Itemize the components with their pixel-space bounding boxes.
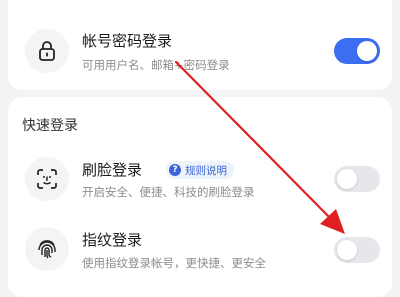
face-login-toggle[interactable]	[334, 166, 380, 192]
account-login-title: 帐号密码登录	[82, 32, 173, 50]
fingerprint-login-toggle[interactable]	[334, 237, 380, 263]
account-login-description: 可用用户名、邮箱+密码登录	[82, 58, 230, 72]
rules-info-badge[interactable]: ? 规则说明	[166, 161, 234, 179]
fingerprint-login-description: 使用指纹登录帐号，更快捷、更安全	[82, 256, 266, 270]
fingerprint-login-row[interactable]: 指纹登录 使用指纹登录帐号，更快捷、更安全	[8, 217, 392, 279]
face-scan-icon	[25, 157, 69, 201]
fingerprint-icon	[25, 227, 69, 271]
toggle-knob	[357, 41, 377, 61]
account-login-card: 帐号密码登录 可用用户名、邮箱+密码登录	[8, 0, 392, 90]
question-icon: ?	[169, 164, 181, 176]
account-login-row[interactable]: 帐号密码登录 可用用户名、邮箱+密码登录	[8, 20, 392, 82]
face-login-row[interactable]: 刷脸登录 开启安全、便捷、科技的刷脸登录	[8, 149, 392, 211]
fingerprint-login-title: 指纹登录	[82, 231, 143, 249]
toggle-knob	[337, 240, 357, 260]
account-login-toggle[interactable]	[334, 38, 380, 64]
face-login-description: 开启安全、便捷、科技的刷脸登录	[82, 185, 255, 199]
quick-login-card: 快速登录 刷脸登录 开启安全、便捷、科技的刷脸登录 ? 规则说明 指纹登录 使用…	[8, 97, 392, 297]
lock-icon	[25, 29, 69, 73]
rules-info-label: 规则说明	[185, 164, 227, 177]
face-login-title: 刷脸登录	[82, 161, 143, 179]
toggle-knob	[337, 169, 357, 189]
quick-login-section-title: 快速登录	[22, 118, 78, 134]
